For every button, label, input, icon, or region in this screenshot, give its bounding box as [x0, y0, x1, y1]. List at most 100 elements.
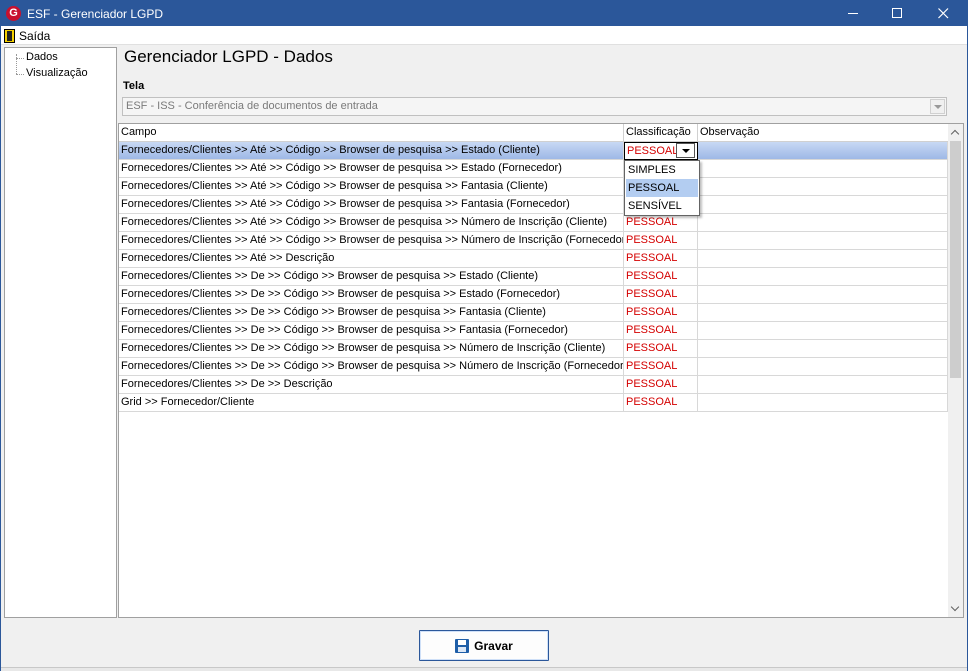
maximize-icon: [891, 8, 902, 18]
cell-campo[interactable]: Fornecedores/Clientes >> Até >> Código >…: [119, 214, 624, 232]
cell-classificacao[interactable]: PESSOAL: [624, 322, 698, 340]
cell-classificacao[interactable]: PESSOAL: [624, 376, 698, 394]
cell-observacao[interactable]: [698, 358, 948, 376]
column-header-classificacao[interactable]: Classificação: [624, 124, 698, 142]
exit-door-icon: [4, 29, 15, 43]
tree-item-dados[interactable]: Dados: [26, 51, 58, 63]
table-row[interactable]: Fornecedores/Clientes >> Até >> Código >…: [119, 142, 948, 160]
minimize-button[interactable]: [831, 1, 875, 26]
title-bar: G ESF - Gerenciador LGPD: [1, 1, 967, 26]
scroll-up-icon[interactable]: [948, 124, 963, 141]
cell-observacao[interactable]: [698, 376, 948, 394]
cell-observacao[interactable]: [698, 286, 948, 304]
tree-connector: [16, 74, 24, 75]
tree-item-visualizacao[interactable]: Visualização: [26, 67, 88, 79]
cell-campo[interactable]: Fornecedores/Clientes >> De >> Código >>…: [119, 304, 624, 322]
status-strip: [1, 667, 967, 671]
vertical-scrollbar[interactable]: [948, 124, 963, 617]
table-row[interactable]: Fornecedores/Clientes >> Até >> Código >…: [119, 196, 948, 214]
close-icon: [937, 8, 948, 19]
table-row[interactable]: Fornecedores/Clientes >> De >> Código >>…: [119, 322, 948, 340]
cell-observacao[interactable]: [698, 142, 948, 160]
table-row[interactable]: Fornecedores/Clientes >> De >> Código >>…: [119, 340, 948, 358]
cell-observacao[interactable]: [698, 322, 948, 340]
fields-grid: Campo Classificação Observação Fornecedo…: [118, 123, 964, 618]
cell-classificacao[interactable]: PESSOAL: [624, 250, 698, 268]
save-button[interactable]: Gravar: [419, 630, 549, 661]
cell-observacao[interactable]: [698, 250, 948, 268]
table-row[interactable]: Fornecedores/Clientes >> De >> Código >>…: [119, 268, 948, 286]
cell-observacao[interactable]: [698, 340, 948, 358]
scroll-down-icon[interactable]: [948, 600, 963, 617]
cell-campo[interactable]: Fornecedores/Clientes >> Até >> Código >…: [119, 196, 624, 214]
table-row[interactable]: Fornecedores/Clientes >> Até >> Código >…: [119, 160, 948, 178]
chevron-down-icon[interactable]: [930, 99, 945, 114]
menu-bar: Saída: [1, 26, 967, 45]
window-title: ESF - Gerenciador LGPD: [27, 7, 164, 21]
cell-observacao[interactable]: [698, 178, 948, 196]
dropdown-option-pessoal[interactable]: PESSOAL: [626, 179, 698, 197]
cell-observacao[interactable]: [698, 304, 948, 322]
cell-campo[interactable]: Fornecedores/Clientes >> Até >> Código >…: [119, 232, 624, 250]
cell-campo[interactable]: Fornecedores/Clientes >> De >> Descrição: [119, 376, 624, 394]
grid-header: Campo Classificação Observação: [119, 124, 948, 142]
cell-campo[interactable]: Fornecedores/Clientes >> Até >> Código >…: [119, 160, 624, 178]
table-row[interactable]: Fornecedores/Clientes >> Até >> Código >…: [119, 232, 948, 250]
cell-campo[interactable]: Fornecedores/Clientes >> De >> Código >>…: [119, 268, 624, 286]
menu-item-saida[interactable]: Saída: [4, 28, 50, 44]
cell-classificacao[interactable]: PESSOAL: [624, 394, 698, 412]
app-logo-icon: G: [6, 6, 21, 21]
dropdown-option-sensivel[interactable]: SENSÍVEL: [626, 197, 698, 215]
dropdown-option-simples[interactable]: SIMPLES: [626, 161, 698, 179]
tela-select[interactable]: ESF - ISS - Conferência de documentos de…: [122, 97, 947, 116]
table-row[interactable]: Fornecedores/Clientes >> Até >> Código >…: [119, 214, 948, 232]
cell-observacao[interactable]: [698, 394, 948, 412]
cell-classificacao[interactable]: PESSOAL: [624, 286, 698, 304]
cell-classificacao[interactable]: PESSOAL: [624, 232, 698, 250]
close-button[interactable]: [921, 1, 965, 26]
chevron-down-icon[interactable]: [676, 143, 695, 158]
app-window: G ESF - Gerenciador LGPD Saída Dados Vis…: [0, 0, 968, 671]
cell-classificacao[interactable]: PESSOAL: [624, 214, 698, 232]
cell-observacao[interactable]: [698, 160, 948, 178]
cell-campo[interactable]: Fornecedores/Clientes >> De >> Código >>…: [119, 358, 624, 376]
cell-campo[interactable]: Fornecedores/Clientes >> Até >> Código >…: [119, 178, 624, 196]
cell-classificacao[interactable]: PESSOAL: [624, 304, 698, 322]
table-row[interactable]: Fornecedores/Clientes >> De >> Descrição…: [119, 376, 948, 394]
cell-classificacao[interactable]: PESSOAL: [624, 268, 698, 286]
table-row[interactable]: Fornecedores/Clientes >> De >> Código >>…: [119, 358, 948, 376]
table-row[interactable]: Grid >> Fornecedor/Cliente PESSOAL: [119, 394, 948, 412]
classification-dropdown-list: SIMPLES PESSOAL SENSÍVEL: [624, 160, 700, 216]
column-header-observacao[interactable]: Observação: [698, 124, 948, 142]
cell-campo[interactable]: Fornecedores/Clientes >> Até >> Código >…: [119, 142, 624, 160]
minimize-icon: [847, 13, 858, 14]
table-row[interactable]: Fornecedores/Clientes >> De >> Código >>…: [119, 286, 948, 304]
table-row[interactable]: Fornecedores/Clientes >> Até >> Descriçã…: [119, 250, 948, 268]
cell-campo[interactable]: Fornecedores/Clientes >> De >> Código >>…: [119, 322, 624, 340]
page-title: Gerenciador LGPD - Dados: [124, 47, 333, 66]
table-row[interactable]: Fornecedores/Clientes >> Até >> Código >…: [119, 178, 948, 196]
scroll-thumb[interactable]: [950, 141, 961, 378]
navigation-tree: Dados Visualização: [4, 47, 117, 618]
menu-item-label: Saída: [19, 29, 51, 43]
cell-campo[interactable]: Fornecedores/Clientes >> De >> Código >>…: [119, 340, 624, 358]
floppy-disk-icon: [455, 638, 470, 653]
cell-campo[interactable]: Fornecedores/Clientes >> Até >> Descriçã…: [119, 250, 624, 268]
tree-connector: [16, 54, 17, 74]
cell-campo[interactable]: Fornecedores/Clientes >> De >> Código >>…: [119, 286, 624, 304]
column-header-campo[interactable]: Campo: [119, 124, 624, 142]
cell-classificacao[interactable]: PESSOAL: [624, 358, 698, 376]
cell-campo[interactable]: Grid >> Fornecedor/Cliente: [119, 394, 624, 412]
cell-observacao[interactable]: [698, 196, 948, 214]
cell-observacao[interactable]: [698, 214, 948, 232]
footer-bar: Gravar: [1, 621, 967, 671]
tela-select-value: ESF - ISS - Conferência de documentos de…: [126, 100, 378, 112]
cell-observacao[interactable]: [698, 232, 948, 250]
cell-classificacao[interactable]: PESSOAL: [624, 340, 698, 358]
tree-connector: [16, 58, 24, 59]
tela-label: Tela: [123, 80, 145, 92]
save-button-label: Gravar: [474, 638, 513, 653]
table-row[interactable]: Fornecedores/Clientes >> De >> Código >>…: [119, 304, 948, 322]
maximize-button[interactable]: [875, 1, 919, 26]
cell-observacao[interactable]: [698, 268, 948, 286]
